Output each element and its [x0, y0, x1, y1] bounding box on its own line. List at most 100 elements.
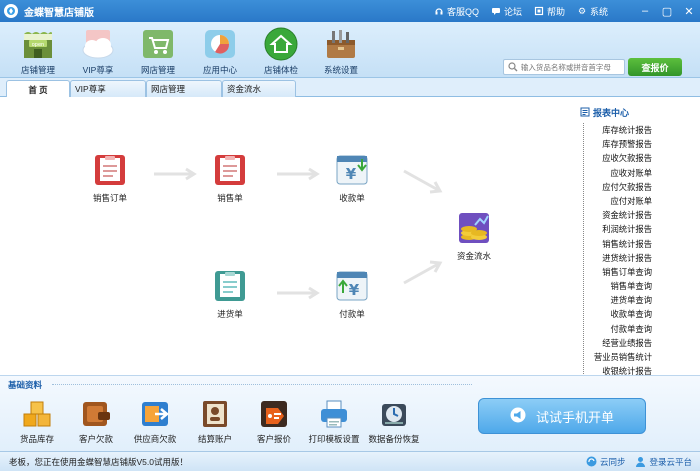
toolbar-settings-button[interactable]: 系统设置 — [311, 26, 371, 76]
toolbar-vip-button[interactable]: VIP尊享 — [68, 26, 128, 76]
report-list-icon — [580, 107, 590, 119]
report-item[interactable]: 经营业绩报告 — [584, 336, 695, 350]
help-link[interactable]: 帮助 — [534, 5, 565, 18]
search-icon — [507, 61, 519, 73]
print-template-button[interactable]: 打印模板设置 — [301, 398, 367, 445]
stock-boxes-icon — [21, 398, 53, 430]
app-title: 金蝶智慧店铺版 — [24, 7, 94, 19]
sales-order-button[interactable]: 销售订单 — [80, 153, 140, 204]
toolbar-label: 店铺体检 — [263, 65, 298, 75]
cloud-sync-label: 云同步 — [599, 457, 626, 467]
system-link[interactable]: ⚙ 系统 — [577, 5, 608, 18]
headset-icon — [434, 6, 444, 16]
customer-service-label: 客服QQ — [446, 6, 479, 17]
toolbar-app-center-button[interactable]: 应用中心 — [190, 26, 250, 76]
cloud-sync-icon — [586, 456, 597, 469]
payment-button[interactable]: ¥ 付款单 — [322, 269, 382, 320]
data-backup-button[interactable]: 数据备份恢复 — [361, 398, 427, 445]
toolbar-label: 系统设置 — [323, 65, 358, 75]
toolbar-online-store-button[interactable]: 网店管理 — [128, 26, 188, 76]
cashflow-button[interactable]: 资金流水 — [444, 211, 504, 262]
tab-bar: 首 页 VIP尊享 网店管理 资金流水 — [0, 78, 700, 98]
tab-online-store[interactable]: 网店管理 — [146, 80, 222, 97]
settlement-account-button[interactable]: 结算账户 — [182, 398, 248, 445]
report-item[interactable]: 应收欠款报告 — [584, 151, 695, 165]
backup-icon — [378, 398, 410, 430]
report-item[interactable]: 库存统计报告 — [584, 123, 695, 137]
user-icon — [635, 456, 646, 469]
report-item[interactable]: 库存预警报告 — [584, 137, 695, 151]
basic-item-label: 供应商欠款 — [133, 434, 177, 444]
minimize-button[interactable]: – — [634, 0, 656, 22]
report-list: 库存统计报告 库存预警报告 应收欠款报告 应收对账单 应付欠款报告 应付对账单 … — [583, 123, 695, 379]
purchase-bill-button[interactable]: 进货单 — [200, 269, 260, 320]
report-item[interactable]: 进货单查询 — [584, 293, 695, 307]
report-item[interactable]: 付款单查询 — [584, 322, 695, 336]
help-icon — [534, 6, 544, 16]
report-item[interactable]: 应付对账单 — [584, 194, 695, 208]
customer-debt-button[interactable]: 客户欠款 — [63, 398, 129, 445]
report-item[interactable]: 销售统计报告 — [584, 237, 695, 251]
flow-arrow — [403, 169, 443, 194]
sales-bill-button[interactable]: 销售单 — [200, 153, 260, 204]
forum-link[interactable]: 论坛 — [491, 5, 522, 18]
report-item[interactable]: 利润统计报告 — [584, 222, 695, 236]
report-item[interactable]: 资金统计报告 — [584, 208, 695, 222]
home-check-icon — [263, 26, 299, 62]
customer-quote-button[interactable]: 客户报价 — [241, 398, 307, 445]
flow-label: 进货单 — [217, 309, 243, 319]
cloud-login-label: 登录云平台 — [649, 457, 692, 467]
app-chart-icon — [202, 26, 238, 62]
close-button[interactable]: ✕ — [678, 0, 700, 22]
customer-debt-icon — [80, 398, 112, 430]
megaphone-icon — [510, 407, 526, 426]
svg-text:¥: ¥ — [349, 281, 360, 299]
vip-cloud-icon — [80, 26, 116, 62]
coins-icon — [457, 211, 491, 245]
maximize-button[interactable]: ▢ — [656, 0, 678, 22]
toolbar-store-check-button[interactable]: 店铺体检 — [251, 26, 311, 76]
receipt-yuan-icon: ¥ — [335, 153, 369, 187]
toolbar-label: 店铺管理 — [20, 65, 55, 75]
basic-data-title: 基础资料 — [8, 380, 43, 390]
toolbar-store-manage-button[interactable]: open 店铺管理 — [8, 26, 68, 76]
toolbox-icon — [323, 26, 359, 62]
try-mobile-order-label: 试试手机开单 — [535, 409, 614, 425]
purchase-bill-icon — [213, 269, 247, 303]
supplier-debt-button[interactable]: 供应商欠款 — [122, 398, 188, 445]
flow-label: 付款单 — [339, 309, 365, 319]
report-item[interactable]: 应收对账单 — [584, 166, 695, 180]
cloud-login-link[interactable]: 登录云平台 — [635, 456, 692, 469]
report-item[interactable]: 销售订单查询 — [584, 265, 695, 279]
main-toolbar: open 店铺管理 VIP尊享 网店管理 应用中心 店铺体检 系统设置 输入货品… — [0, 22, 700, 78]
report-item[interactable]: 进货统计报告 — [584, 251, 695, 265]
product-search-input[interactable] — [520, 62, 624, 72]
toolbar-label: VIP尊享 — [82, 65, 114, 75]
status-message: 老板，您正在使用金蝶智慧店铺版V5.0试用版！ — [9, 456, 188, 467]
product-search-box[interactable] — [503, 59, 625, 75]
forum-label: 论坛 — [503, 6, 522, 17]
title-bar: 金蝶智慧店铺版 客服QQ 论坛 帮助 ⚙ 系统 – ▢ ✕ — [0, 0, 700, 22]
basic-item-label: 打印模板设置 — [308, 434, 360, 444]
tab-home[interactable]: 首 页 — [6, 80, 70, 98]
try-mobile-order-button[interactable]: 试试手机开单 — [478, 398, 646, 434]
report-item[interactable]: 应付欠款报告 — [584, 180, 695, 194]
flow-label: 资金流水 — [456, 251, 491, 261]
svg-text:open: open — [32, 42, 44, 48]
report-item[interactable]: 营业员销售统计 — [584, 350, 695, 364]
customer-service-link[interactable]: 客服QQ — [434, 5, 479, 18]
cloud-sync-link[interactable]: 云同步 — [586, 456, 626, 469]
report-center-title: 报表中心 — [593, 108, 630, 118]
basic-item-label: 数据备份恢复 — [368, 434, 420, 444]
tab-cashflow[interactable]: 资金流水 — [222, 80, 296, 97]
flow-arrow — [154, 167, 197, 181]
receipt-button[interactable]: ¥ 收款单 — [322, 153, 382, 204]
report-item[interactable]: 销售单查询 — [584, 279, 695, 293]
storefront-icon: open — [20, 26, 56, 62]
stock-button[interactable]: 货品库存 — [4, 398, 70, 445]
forum-icon — [491, 6, 501, 16]
price-tag-icon — [258, 398, 290, 430]
tab-vip[interactable]: VIP尊享 — [70, 80, 146, 97]
quote-button[interactable]: 查报价 — [628, 58, 682, 76]
report-item[interactable]: 收款单查询 — [584, 307, 695, 321]
